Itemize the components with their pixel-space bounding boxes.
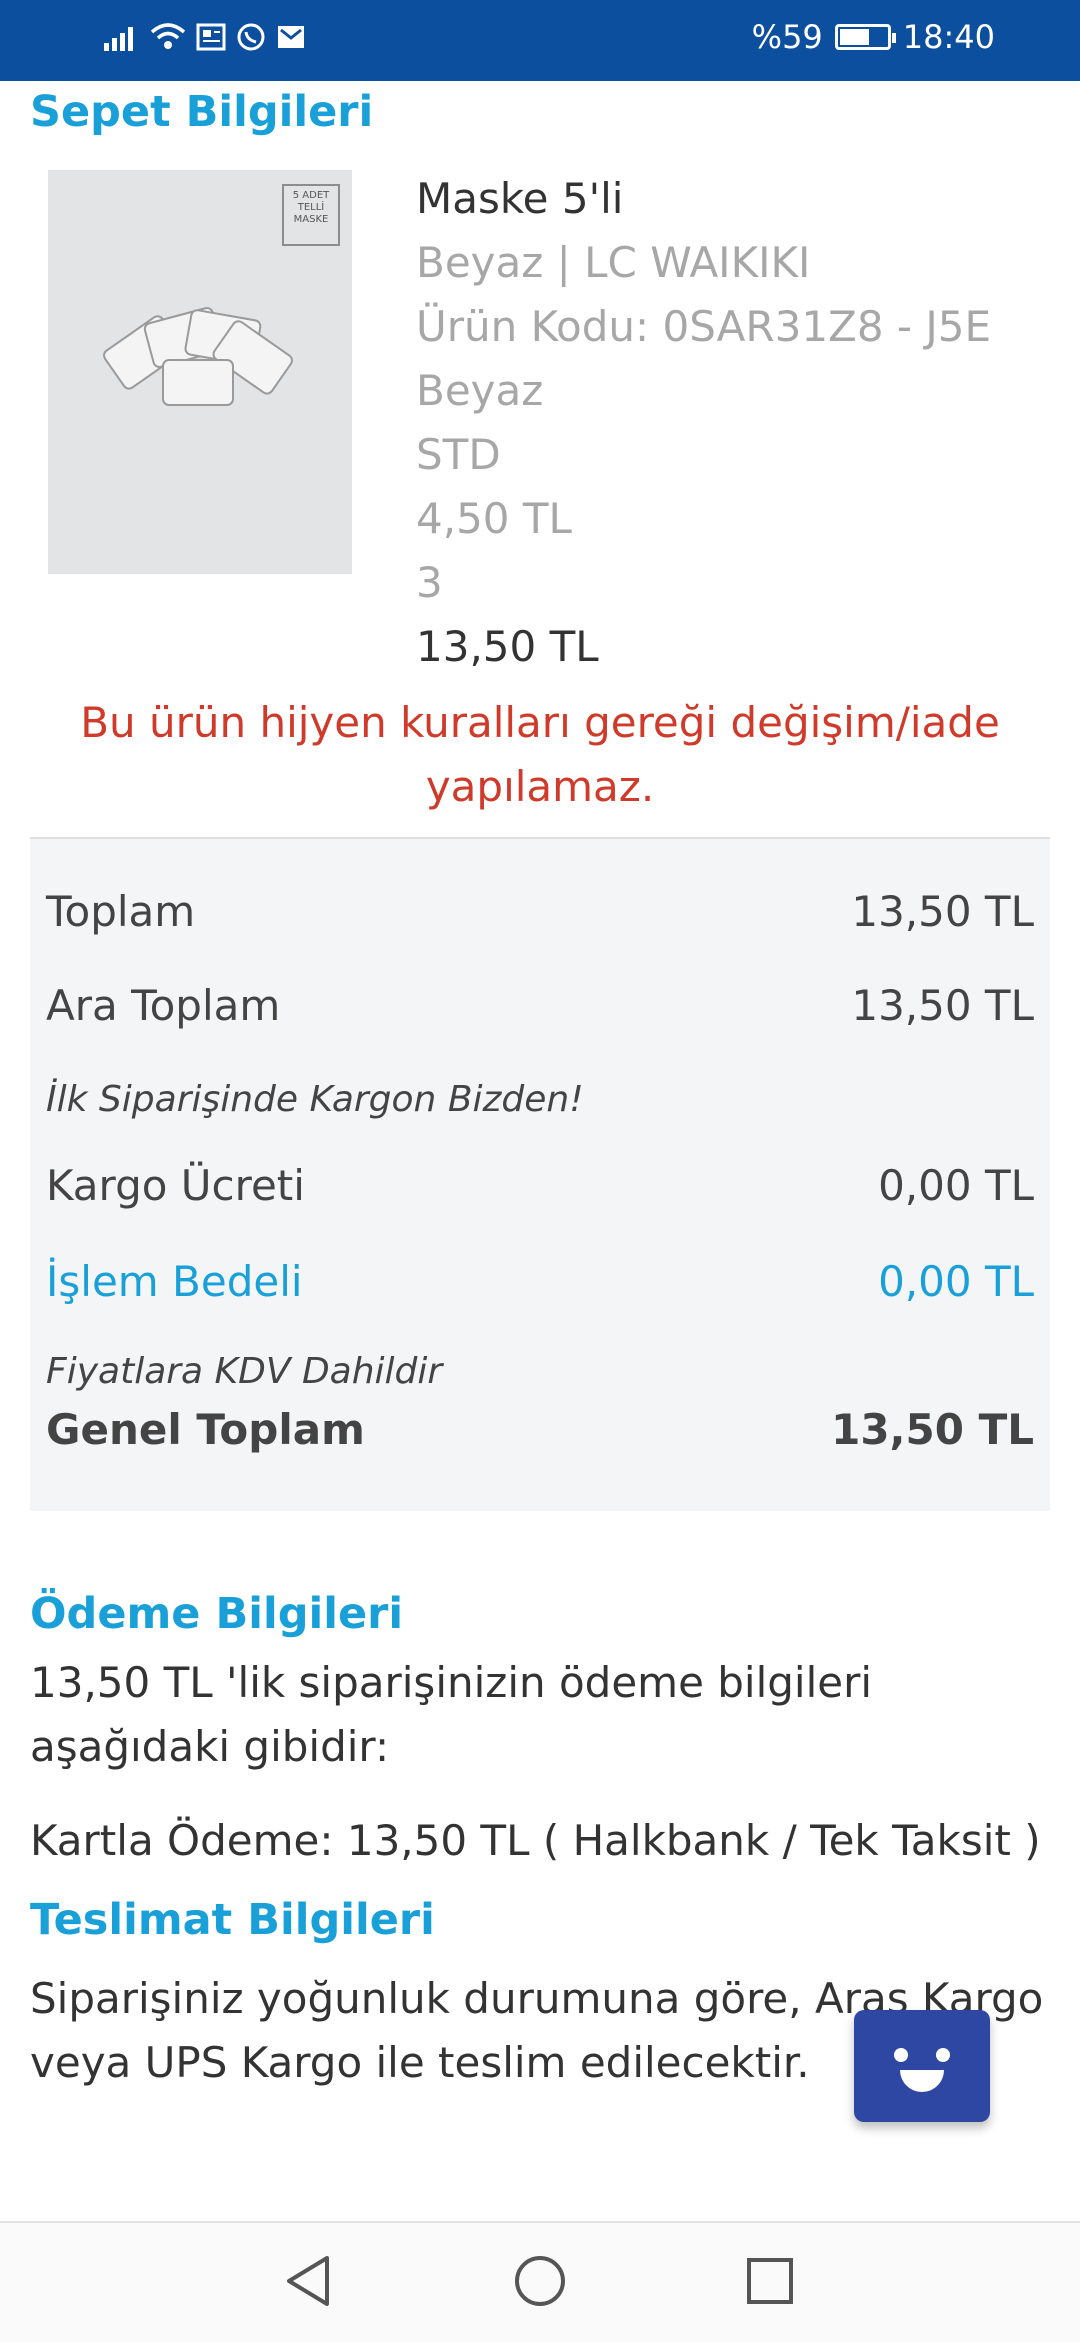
nav-home-button[interactable]	[508, 2249, 572, 2313]
payment-title: Ödeme Bilgileri	[30, 1589, 404, 1639]
chat-bot-button[interactable]	[854, 2010, 990, 2122]
recent-square-icon	[747, 2258, 793, 2304]
product-total: 13,50 TL	[416, 622, 599, 671]
ara-toplam-label: Ara Toplam	[46, 981, 281, 1030]
toplam-label: Toplam	[46, 887, 196, 936]
order-summary: Toplam 13,50 TL Ara Toplam 13,50 TL İlk …	[30, 837, 1050, 1511]
genel-toplam-value: 13,50 TL	[831, 1405, 1034, 1454]
payment-method: Kartla Ödeme: 13,50 TL ( Halkbank / Tek …	[30, 1816, 1041, 1865]
payment-description: 13,50 TL 'lik siparişinizin ödeme bilgil…	[30, 1658, 873, 1771]
news-icon	[196, 23, 226, 51]
islem-value[interactable]: 0,00 TL	[878, 1257, 1034, 1306]
wifi-icon	[150, 23, 186, 49]
status-bar: %59 18:40	[0, 0, 1080, 81]
free-shipping-note: İlk Siparişinde Kargon Bizden!	[46, 1079, 584, 1120]
battery-icon	[834, 24, 896, 50]
genel-toplam-label: Genel Toplam	[46, 1405, 365, 1454]
product-details: Maske 5'li Beyaz | LC WAIKIKI Ürün Kodu:…	[416, 167, 991, 679]
status-icons	[104, 22, 306, 52]
mail-icon	[278, 26, 304, 48]
nav-recent-button[interactable]	[738, 2249, 802, 2313]
product-image[interactable]: 5 ADET TELLİ MASKE	[48, 170, 352, 574]
summary-row-kargo: Kargo Ücreti 0,00 TL	[46, 1161, 1034, 1210]
whatsapp-icon	[237, 23, 265, 51]
delivery-title: Teslimat Bilgileri	[30, 1895, 435, 1945]
toplam-value: 13,50 TL	[851, 887, 1034, 936]
ara-toplam-value: 13,50 TL	[851, 981, 1034, 1030]
summary-row-genel-toplam: Genel Toplam 13,50 TL	[46, 1405, 1034, 1454]
product-box-label: 5 ADET TELLİ MASKE	[282, 184, 340, 246]
home-circle-icon	[515, 2256, 565, 2306]
islem-label[interactable]: İşlem Bedeli	[46, 1257, 303, 1306]
product-quantity: 3	[416, 558, 443, 607]
product-code: Ürün Kodu: 0SAR31Z8 - J5E	[416, 302, 992, 351]
summary-row-ara-toplam: Ara Toplam 13,50 TL	[46, 981, 1034, 1030]
system-navigation-bar	[0, 2221, 1080, 2342]
clock: 18:40	[902, 18, 995, 56]
back-triangle-icon	[287, 2256, 329, 2306]
signal-icon	[104, 27, 133, 51]
product-color: Beyaz	[416, 366, 544, 415]
summary-row-toplam: Toplam 13,50 TL	[46, 887, 1034, 936]
status-right: %59 18:40	[752, 18, 995, 56]
kargo-value: 0,00 TL	[878, 1161, 1034, 1210]
product-name[interactable]: Maske 5'li	[416, 167, 991, 231]
kdv-note: Fiyatlara KDV Dahildir	[46, 1351, 443, 1392]
mask-illustration	[103, 307, 293, 406]
product-brand: Beyaz | LC WAIKIKI	[416, 238, 811, 287]
order-content[interactable]: Sepet Bilgileri 5 ADET TELLİ MASKE Maske 5…	[0, 81, 1080, 2221]
product-unit-price: 4,50 TL	[416, 494, 572, 543]
kargo-label: Kargo Ücreti	[46, 1161, 305, 1210]
product-size: STD	[416, 430, 501, 479]
cart-title: Sepet Bilgileri	[30, 87, 374, 137]
nav-back-button[interactable]	[276, 2249, 340, 2313]
summary-row-islem[interactable]: İşlem Bedeli 0,00 TL	[46, 1257, 1034, 1306]
battery-percent: %59	[751, 18, 823, 56]
hygiene-warning: Bu ürün hijyen kuralları gereği değişim/…	[80, 698, 1000, 811]
